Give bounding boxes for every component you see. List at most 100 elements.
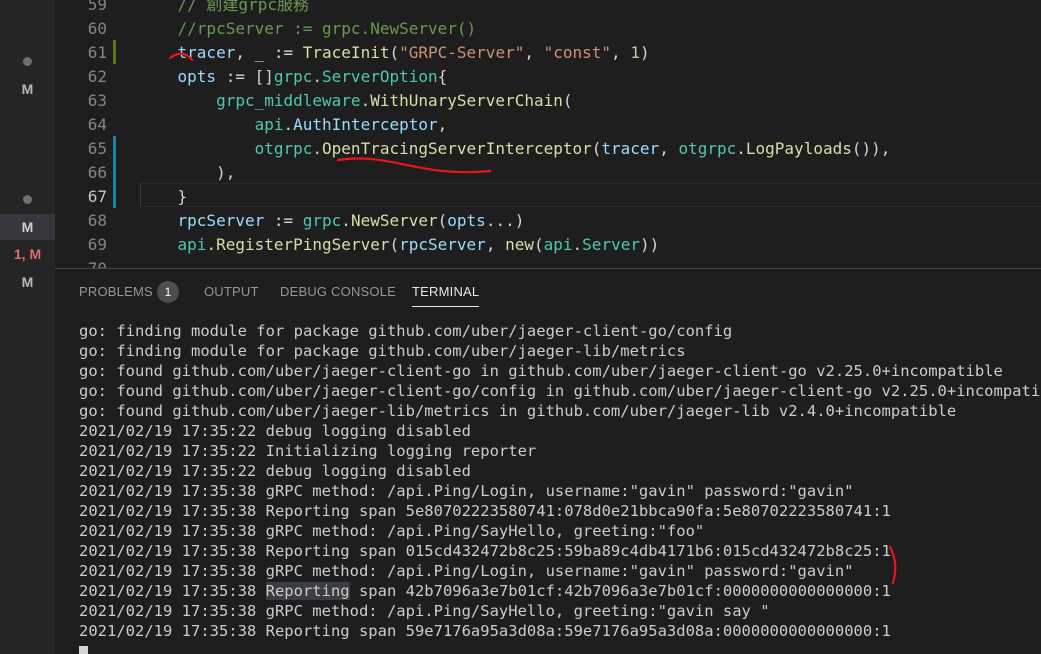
code-token: NewServer [350, 211, 438, 230]
code-token: tracer [601, 139, 660, 158]
code-token: } [139, 187, 188, 206]
terminal-line: 2021/02/19 17:35:38 gRPC method: /api.Pi… [79, 602, 770, 620]
terminal-output[interactable]: go: finding module for package github.co… [79, 321, 1041, 641]
code-line[interactable]: 69 api.RegisterPingServer(rpcServer, new… [55, 233, 1041, 257]
code-token: . [206, 235, 217, 254]
code-text: otgrpc.OpenTracingServerInterceptor(trac… [139, 137, 891, 161]
code-line[interactable]: 65 otgrpc.OpenTracingServerInterceptor(t… [55, 137, 1041, 161]
panel-tab-bar: PROBLEMS 1 OUTPUT DEBUG CONSOLE TERMINAL [55, 269, 1041, 315]
explorer-git-status-column: M M 1, M M [0, 0, 55, 654]
code-token: , [437, 115, 448, 134]
code-token: ()), [851, 139, 891, 158]
terminal-line: go: found github.com/uber/jaeger-client-… [79, 362, 1003, 380]
code-token: )) [639, 235, 660, 254]
code-line[interactable]: 63 grpc_middleware.WithUnaryServerChain( [55, 89, 1041, 113]
code-token: otgrpc [678, 139, 737, 158]
code-token: WithUnaryServerChain [370, 91, 563, 110]
tab-terminal[interactable]: TERMINAL [412, 284, 480, 307]
code-token: , [235, 43, 255, 62]
terminal-line: go: finding module for package github.co… [79, 322, 733, 340]
code-token: 1 [630, 43, 640, 62]
code-token: RegisterPingServer [216, 235, 390, 254]
code-line[interactable]: 59 // 創建grpc服務 [55, 0, 1041, 17]
code-token: := [264, 43, 303, 62]
code-token: new [505, 235, 534, 254]
code-token: rpcServer [139, 211, 265, 230]
terminal-line: 2021/02/19 17:35:38 Reporting span 015cd… [79, 542, 891, 560]
code-line[interactable]: 70 [55, 257, 1041, 268]
terminal-line: go: found github.com/uber/jaeger-client-… [79, 382, 1041, 400]
line-number: 59 [87, 0, 107, 14]
code-token: LogPayloads [745, 139, 852, 158]
line-number: 64 [87, 115, 107, 134]
line-number: 65 [87, 139, 107, 158]
code-token: ( [562, 91, 573, 110]
code-line[interactable]: 66 ), [55, 161, 1041, 185]
code-text: rpcServer := grpc.NewServer(opts...) [139, 209, 525, 233]
code-token: . [572, 235, 583, 254]
code-token: . [360, 91, 371, 110]
code-token: "GRPC-Server" [399, 43, 525, 62]
code-token: { [437, 67, 448, 86]
git-status-modified: M [21, 274, 34, 290]
code-token: . [312, 67, 323, 86]
code-token: api [139, 115, 284, 134]
code-token: Server [582, 235, 640, 254]
code-token: := [] [216, 67, 274, 86]
line-number: 70 [55, 257, 107, 268]
code-text: } [139, 185, 188, 209]
code-text: tracer, _ := TraceInit("GRPC-Server", "c… [139, 41, 650, 65]
selected-word-highlight: Reporting [265, 582, 350, 600]
code-text: opts := []grpc.ServerOption{ [139, 65, 448, 89]
tab-debug-console[interactable]: DEBUG CONSOLE [280, 284, 396, 299]
code-editor[interactable]: 59 // 創建grpc服務 60 //rpcServer := grpc.New… [55, 0, 1041, 268]
code-token: . [312, 139, 323, 158]
code-token: := [264, 211, 303, 230]
problems-count-badge: 1 [157, 281, 179, 303]
code-line[interactable]: 62 opts := []grpc.ServerOption{ [55, 65, 1041, 89]
code-text: grpc_middleware.WithUnaryServerChain( [139, 89, 573, 113]
line-number: 69 [87, 235, 107, 254]
code-token: grpc_middleware [139, 91, 361, 110]
code-token: opts [139, 67, 217, 86]
code-token: //rpcServer := grpc.NewServer() [139, 19, 477, 38]
gutter-added-marker [113, 40, 116, 64]
code-token: api [139, 235, 207, 254]
git-status-modified: M [21, 219, 34, 235]
code-token: // 創建grpc服務 [139, 0, 309, 14]
code-token: , [659, 139, 679, 158]
line-number: 60 [87, 19, 107, 38]
code-line[interactable]: 64 api.AuthInterceptor, [55, 113, 1041, 137]
code-line[interactable]: 67 } [55, 185, 1041, 209]
code-line[interactable]: 68 rpcServer := grpc.NewServer(opts...) [55, 209, 1041, 233]
line-number: 67 [87, 187, 107, 206]
code-token: rpcServer [399, 235, 486, 254]
terminal-cursor [79, 646, 88, 654]
tab-output[interactable]: OUTPUT [204, 284, 259, 299]
tab-problems[interactable]: PROBLEMS [79, 284, 153, 299]
code-line[interactable]: 60 //rpcServer := grpc.NewServer() [55, 17, 1041, 41]
code-line[interactable]: 61 tracer, _ := TraceInit("GRPC-Server",… [55, 41, 1041, 65]
code-token: "const" [543, 43, 612, 62]
code-token: OpenTracingServerInterceptor [322, 139, 592, 158]
code-token: TraceInit [302, 43, 390, 62]
terminal-line: 2021/02/19 17:35:22 Initializing logging… [79, 442, 537, 460]
terminal-line: 2021/02/19 17:35:38 gRPC method: /api.Pi… [79, 562, 854, 580]
line-number: 61 [87, 43, 107, 62]
code-token: ( [591, 139, 602, 158]
git-status-error-modified: 1, M [13, 246, 42, 262]
code-token: , [611, 43, 631, 62]
terminal-line: 2021/02/19 17:35:38 Reporting span 59e71… [79, 622, 891, 640]
code-token: otgrpc [139, 139, 313, 158]
code-token: . [283, 115, 294, 134]
code-token: ), [139, 163, 236, 182]
code-token: ( [389, 43, 400, 62]
code-token: ServerOption [322, 67, 438, 86]
code-token: ( [389, 235, 400, 254]
code-token: , [485, 235, 506, 254]
code-token: grpc [302, 211, 342, 230]
terminal-line: 2021/02/19 17:35:38 gRPC method: /api.Pi… [79, 522, 705, 540]
modified-dot-icon [23, 195, 32, 204]
code-token: ...) [485, 211, 525, 230]
code-token: opts [447, 211, 486, 230]
